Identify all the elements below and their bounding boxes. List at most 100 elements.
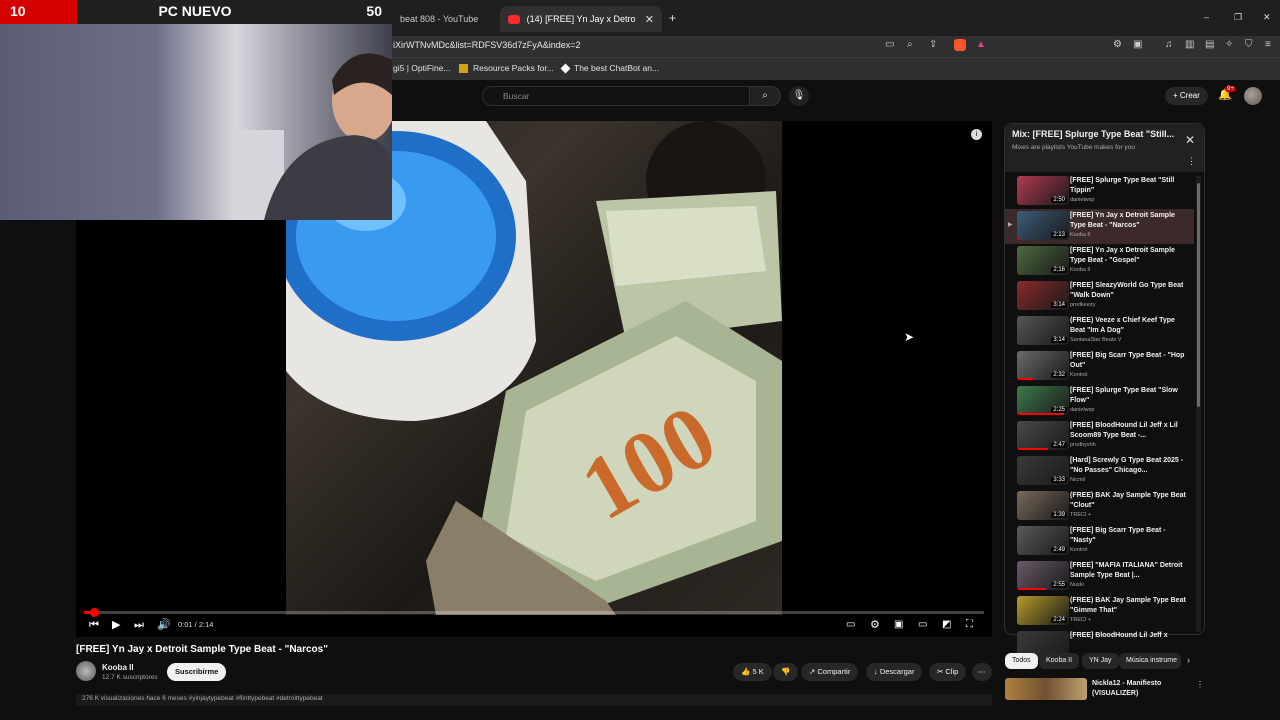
playlist-thumbnail[interactable]: 2:50 xyxy=(1017,176,1069,205)
playlist-item-channel: Nuski xyxy=(1070,582,1084,588)
playlist-thumbnail[interactable]: 2:25 xyxy=(1017,386,1069,415)
info-icon[interactable]: i xyxy=(971,129,982,140)
install-icon[interactable]: ▭ xyxy=(885,39,894,50)
volume-icon[interactable]: 🔊 xyxy=(157,619,171,631)
brave-rewards-icon[interactable]: ▲ xyxy=(976,39,986,50)
new-tab-button[interactable]: + xyxy=(669,11,676,25)
description-preview[interactable]: 276 K visualizaciones hace 6 meses #yinj… xyxy=(76,694,992,706)
voice-search-button[interactable]: 🎙 xyxy=(789,86,809,106)
playlist-thumbnail[interactable]: 2:55 xyxy=(1017,561,1069,590)
playlist-item[interactable]: ▶ 2:13 [FREE] Yn Jay x Detroit Sample Type… xyxy=(1005,209,1194,244)
recommended-thumbnail[interactable] xyxy=(1005,678,1087,700)
youtube-icon xyxy=(508,14,520,24)
playlist-item[interactable]: 2:49 [FREE] Big Scarr Type Beat - "Nasty"… xyxy=(1005,524,1194,559)
subscribe-button[interactable]: Suscribirme xyxy=(167,663,227,681)
search-input[interactable]: Buscar xyxy=(482,86,750,106)
playlist-thumbnail[interactable]: 3:33 xyxy=(1017,456,1069,485)
playlist-item[interactable]: 2:55 [FREE] "MAFIA ITALIANA" Detroit Samp… xyxy=(1005,559,1194,594)
channel-name[interactable]: Kooba II xyxy=(102,663,134,672)
playlist-item-title: [FREE] BloodHound Lil Jeff x Lil Scoom89… xyxy=(1070,422,1178,439)
create-button[interactable]: + Crear xyxy=(1165,87,1208,105)
share-icon[interactable]: ⇪ xyxy=(929,39,937,50)
playlist-thumbnail[interactable]: 2:47 xyxy=(1017,421,1069,450)
playlist-item[interactable]: 3:14 [FREE] SleazyWorld Go Type Beat "Wal… xyxy=(1005,279,1194,314)
search-button[interactable]: ⌕ xyxy=(749,86,781,106)
progress-scrubber[interactable] xyxy=(90,608,99,617)
playlist-item[interactable]: 2:32 [FREE] Big Scarr Type Beat - "Hop Ou… xyxy=(1005,349,1194,384)
playlist-thumbnail[interactable]: 3:14 xyxy=(1017,316,1069,345)
playlist-title[interactable]: Mix: [FREE] Splurge Type Beat "Still... xyxy=(1012,129,1182,139)
share-button[interactable]: ↗ Compartir xyxy=(801,663,859,681)
playlist-item[interactable]: 3:33 [Hard] Screwly G Type Beat 2025 - "N… xyxy=(1005,454,1194,489)
playlist-thumbnail[interactable]: 3:14 xyxy=(1017,281,1069,310)
like-button[interactable]: 👍 5 K xyxy=(733,663,772,681)
theater-icon[interactable]: ▭ xyxy=(918,619,927,631)
dislike-button[interactable]: 👎 xyxy=(773,663,799,681)
close-icon[interactable]: ✕ xyxy=(1185,133,1195,147)
subtitles-icon[interactable]: ▭ xyxy=(846,619,855,631)
playlist-item[interactable]: 2:50 [FREE] Splurge Type Beat "Still Tipp… xyxy=(1005,174,1194,209)
playlist-item[interactable]: 2:24 (FREE) BAK Jay Sample Type Beat "Gim… xyxy=(1005,594,1194,629)
maximize-button[interactable]: ❐ xyxy=(1234,12,1242,23)
bookmark-resource-packs[interactable]: Resource Packs for... xyxy=(459,63,554,73)
chip-yn-jay[interactable]: YN Jay xyxy=(1082,653,1119,669)
sidebar-icon[interactable]: ▥ xyxy=(1185,39,1194,50)
tab-current[interactable]: (14) [FREE] Yn Jay x Detroit Samp ✕ xyxy=(500,6,662,32)
progress-bar[interactable] xyxy=(84,611,984,614)
playlist-item[interactable]: 1:39 (FREE) BAK Jay Sample Type Beat "Clo… xyxy=(1005,489,1194,524)
media-icon[interactable]: ♫ xyxy=(1165,39,1173,50)
menu-icon[interactable]: ≡ xyxy=(1265,39,1271,50)
playlist-thumbnail[interactable]: 1:39 xyxy=(1017,491,1069,520)
wallet-icon[interactable]: ▤ xyxy=(1205,39,1214,50)
playlist-thumbnail[interactable]: 2:24 xyxy=(1017,596,1069,625)
more-actions-button[interactable]: ⋯ xyxy=(972,663,992,681)
bookmark-optifine[interactable]: gi5 | OptiFine... xyxy=(393,63,450,73)
miniplayer-icon[interactable]: ▣ xyxy=(894,619,903,631)
chip-todos[interactable]: Todos xyxy=(1005,653,1038,669)
duration-badge: 2:49 xyxy=(1051,547,1067,553)
playlist-item-title: [FREE] Splurge Type Beat "Slow Flow" xyxy=(1070,387,1178,404)
download-button[interactable]: ↓ Descargar xyxy=(866,663,923,681)
recommended-title[interactable]: Nickla12 - Manifiesto (VISUALIZER) xyxy=(1092,679,1192,699)
extension-icon[interactable]: ▣ xyxy=(1133,39,1142,50)
vpn-icon[interactable]: ⛉ xyxy=(1245,39,1253,50)
playlist-item-title: [FREE] SleazyWorld Go Type Beat "Walk Do… xyxy=(1070,282,1184,299)
chevron-right-icon[interactable]: › xyxy=(1187,655,1190,665)
playlist-thumbnail[interactable]: 2:32 xyxy=(1017,351,1069,380)
playlist-item[interactable]: 2:16 [FREE] Yn Jay x Detroit Sample Type … xyxy=(1005,244,1194,279)
close-icon[interactable]: ✕ xyxy=(645,13,654,26)
tab-beat-808[interactable]: beat 808 - YouTube xyxy=(392,6,486,32)
zoom-icon[interactable]: ⌕ xyxy=(907,39,913,50)
bookmark-chatbot[interactable]: The best ChatBot an... xyxy=(560,63,659,73)
brave-shield-icon[interactable] xyxy=(954,39,966,51)
playlist-thumbnail[interactable]: 2:49 xyxy=(1017,526,1069,555)
cast-icon[interactable]: ◩ xyxy=(942,619,951,631)
playlist-item[interactable]: 2:47 [FREE] BloodHound Lil Jeff x Lil Sco… xyxy=(1005,419,1194,454)
leo-icon[interactable]: ✧ xyxy=(1225,39,1233,50)
settings-icon[interactable]: ⚙ xyxy=(870,619,880,631)
extensions-icon[interactable]: ⚙ xyxy=(1113,39,1122,50)
channel-avatar[interactable] xyxy=(76,661,96,681)
clip-button[interactable]: ✂ Clip xyxy=(929,663,967,681)
fullscreen-icon[interactable]: ⛶ xyxy=(966,619,973,631)
next-icon[interactable]: ⏭ xyxy=(134,619,144,631)
playlist-item-channel: Nicmil xyxy=(1070,477,1085,483)
chip-kooba[interactable]: Kooba II xyxy=(1039,653,1080,669)
playlist-thumbnail[interactable]: 2:13 xyxy=(1017,211,1069,240)
playlist-item[interactable]: 3:14 (FREE) Veeze x Chief Keef Type Beat … xyxy=(1005,314,1194,349)
close-window-button[interactable]: ✕ xyxy=(1263,12,1271,23)
playlist-thumbnail[interactable]: 2:16 xyxy=(1017,246,1069,275)
playlist-item-channel: Kooba II xyxy=(1070,232,1091,238)
avatar[interactable] xyxy=(1244,87,1262,105)
chip-musica[interactable]: Música instrume xyxy=(1119,653,1181,669)
playlist-scrollbar-thumb[interactable] xyxy=(1197,183,1200,407)
playlist-item[interactable]: 2:25 [FREE] Splurge Type Beat "Slow Flow"… xyxy=(1005,384,1194,419)
play-icon[interactable]: ▶ xyxy=(112,619,120,631)
previous-icon[interactable]: ⏮ xyxy=(89,619,99,631)
url-text[interactable]: iXirWTNvMDc&list=RDFSV36d7zFyA&index=2 xyxy=(393,40,581,50)
video-title: [FREE] Yn Jay x Detroit Sample Type Beat… xyxy=(76,644,328,655)
minimize-button[interactable]: – xyxy=(1204,12,1209,22)
more-vert-icon[interactable]: ⋮ xyxy=(1187,156,1196,167)
more-vert-icon[interactable]: ⋮ xyxy=(1196,680,1204,689)
share-icon: ↗ xyxy=(809,667,816,676)
